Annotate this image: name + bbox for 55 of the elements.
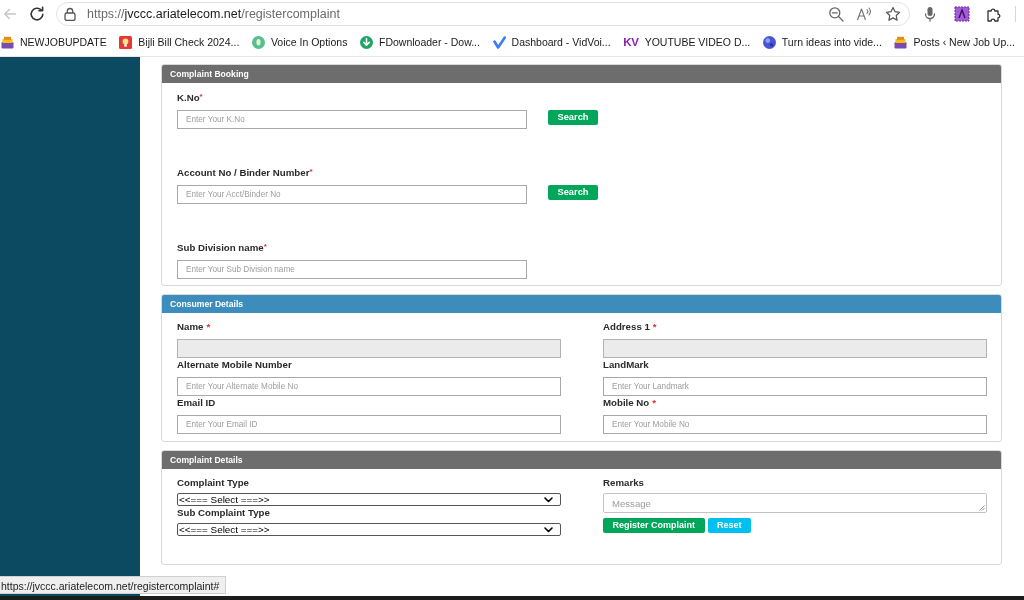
chevron-down-icon[interactable] [544, 496, 553, 503]
field-label: Alternate Mobile Number [177, 359, 292, 371]
microphone-icon[interactable] [922, 6, 938, 22]
read-aloud-icon[interactable] [856, 6, 872, 22]
field-label: Sub Complaint Type [177, 507, 270, 519]
bookmark[interactable]: Dashboard - VidVoi... [492, 32, 611, 52]
dropdown[interactable]: <<=== Select ===>> [177, 493, 561, 506]
bookmark[interactable]: KV YOUTUBE VIDEO D... [623, 32, 751, 52]
app-tile-icon[interactable] [954, 6, 970, 22]
field-label: Name * [177, 321, 211, 333]
dropdown[interactable]: <<=== Select ===>> [177, 523, 561, 536]
section-header: Consumer Details [162, 295, 1001, 313]
bookmark[interactable]: NEWJOBUPDATE [1, 32, 107, 52]
zoom-out-icon[interactable] [828, 6, 844, 22]
stack-icon [1, 35, 14, 49]
puzzle-icon[interactable] [986, 6, 1002, 22]
field-label: Mobile No * [603, 397, 657, 409]
bookmark[interactable]: FDownloader - Dow... [360, 32, 480, 52]
field-label: K.No$^{*}$ [177, 91, 203, 103]
section-header: Complaint Details [162, 451, 1001, 469]
lock-icon [64, 7, 76, 21]
chevron-down-icon[interactable] [544, 526, 553, 533]
input-field[interactable]: Enter Your Alternate Mobile No [177, 377, 561, 396]
field-label: Remarks [603, 477, 644, 489]
field-label: Account No / Binder Number$^{*}$ [177, 166, 313, 178]
input-field[interactable]: Enter Your Landmark [603, 377, 987, 396]
field-label: Address 1 * [603, 321, 657, 333]
star-icon[interactable] [885, 6, 901, 22]
field-label: Complaint Type [177, 477, 249, 489]
resize-grip-icon [979, 505, 985, 511]
bookmark[interactable]: Voice In Options [251, 32, 348, 52]
url-text: https://jvccc.ariatelecom.net/registercomplaint [87, 7, 340, 21]
bulb-icon [119, 35, 133, 49]
reload-icon[interactable] [28, 5, 46, 23]
field-label: LandMark [603, 359, 649, 371]
orb-icon [762, 35, 776, 49]
input-field[interactable]: Enter Your Mobile No [603, 415, 987, 434]
bookmark[interactable]: Turn ideas into vide... [762, 32, 882, 52]
bookmark[interactable]: Posts ‹ New Job Up... [894, 32, 1015, 52]
stack-icon [894, 35, 908, 49]
status-url: https://jvccc.ariatelecom.net/registercomplaint# [0, 576, 227, 594]
field-label: Sub Division name$^{*}$ [177, 241, 267, 253]
input-field[interactable]: Enter Your K.No [177, 110, 527, 129]
section-header: Complaint Booking [162, 65, 1001, 83]
input-field[interactable]: Enter Your Email ID [177, 415, 561, 434]
message-field[interactable]: Message [603, 493, 987, 513]
input-field[interactable]: Enter Your Acct/Binder No [177, 185, 527, 204]
address-bar[interactable]: https://jvccc.ariatelecom.net/registercomplaint [56, 2, 910, 26]
field-label: Email ID [177, 397, 216, 409]
drop-circle-icon [251, 35, 265, 49]
checkmark-icon [492, 35, 506, 49]
download-icon [360, 35, 373, 49]
input-field[interactable]: Enter Your Sub Division name [177, 260, 527, 279]
bookmark[interactable]: Bijli Bill Check 2024... [119, 32, 240, 52]
site-logo: KV [623, 36, 639, 48]
